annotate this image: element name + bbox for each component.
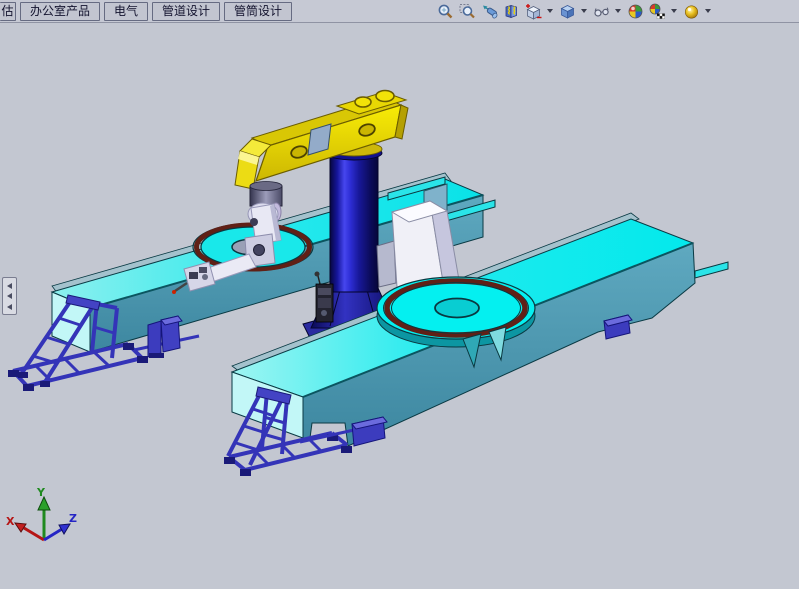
dropdown-caret[interactable] [671, 9, 677, 13]
zoom-to-area-icon[interactable] [458, 2, 476, 20]
robot-elbow-joint [254, 245, 265, 256]
display-style-icon[interactable] [558, 2, 576, 20]
beam-support-bracket [148, 321, 161, 357]
tab-evaluate-partial[interactable]: 估 [0, 2, 16, 21]
view-settings-icon[interactable] [682, 2, 700, 20]
solidworks-window: { "app": { "background": "#c3c7d1", "too… [0, 0, 799, 589]
robot-joint [250, 218, 258, 226]
tab-piping-design[interactable]: 管道设计 [152, 2, 220, 21]
apply-scene-icon[interactable] [648, 2, 666, 20]
command-toolbar: 估 办公室产品 电气 管道设计 管筒设计 [0, 0, 799, 23]
tab-tubing-design[interactable]: 管筒设计 [224, 2, 292, 21]
robot-transom[interactable] [235, 91, 408, 190]
wedge-back-block [377, 241, 396, 287]
zoom-to-fit-icon[interactable] [436, 2, 454, 20]
dropdown-caret[interactable] [547, 9, 553, 13]
previous-view-icon[interactable] [480, 2, 498, 20]
section-view-icon[interactable] [502, 2, 520, 20]
disc-center-hole [435, 299, 479, 318]
dropdown-caret[interactable] [705, 9, 711, 13]
torch-tip [172, 290, 176, 294]
feature-tree-collapse-toggle[interactable] [2, 277, 17, 315]
heads-up-view-toolbar [436, 1, 712, 21]
collapse-arrow-icon [7, 283, 12, 289]
graphics-viewport[interactable]: X Y Z [0, 0, 799, 589]
command-tabs: 估 办公室产品 电气 管道设计 管筒设计 [0, 1, 292, 21]
column-cylinder [330, 152, 378, 292]
edit-appearance-icon[interactable] [626, 2, 644, 20]
reference-triad: X Y Z [6, 486, 77, 540]
dropdown-caret[interactable] [581, 9, 587, 13]
x-axis-arrow [15, 523, 26, 532]
dropdown-caret[interactable] [615, 9, 621, 13]
x-axis-label: X [6, 515, 15, 528]
z-axis-label: Z [69, 512, 77, 525]
tab-office-products[interactable]: 办公室产品 [20, 2, 100, 21]
y-axis-label: Y [36, 486, 46, 499]
beam-flange-strip [695, 262, 728, 278]
tab-electrical[interactable]: 电气 [104, 2, 148, 21]
hide-show-items-icon[interactable] [592, 2, 610, 20]
collapse-arrow-icon [7, 304, 12, 310]
collapse-arrow-icon [7, 293, 12, 299]
view-orientation-icon[interactable] [524, 2, 542, 20]
rotary-platform-right[interactable] [377, 277, 535, 347]
